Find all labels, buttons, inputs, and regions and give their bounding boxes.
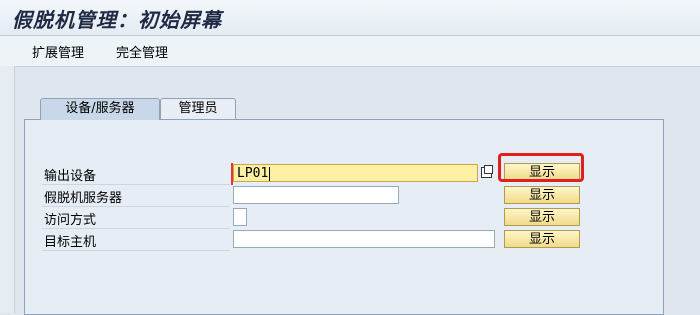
row-separator xyxy=(42,228,230,229)
show-button-spool-server[interactable]: 显示 xyxy=(504,186,580,204)
left-edge xyxy=(0,66,15,313)
output-device-value: LP01 xyxy=(237,166,269,181)
access-method-field[interactable] xyxy=(233,208,247,226)
show-button-access-method[interactable]: 显示 xyxy=(504,208,580,226)
row-separator xyxy=(42,184,230,185)
title-bar: 假脱机管理：初始屏幕 xyxy=(0,0,700,36)
menu-item-full-management[interactable]: 完全管理 xyxy=(116,42,168,61)
tab-administrator[interactable]: 管理员 xyxy=(160,98,236,119)
row-separator xyxy=(42,250,230,251)
output-device-field[interactable]: LP01 xyxy=(231,163,478,185)
show-button-target-host[interactable]: 显示 xyxy=(504,230,580,248)
spool-server-field[interactable] xyxy=(233,186,399,204)
label-spool-server: 假脱机服务器 xyxy=(44,191,123,206)
page-title: 假脱机管理：初始屏幕 xyxy=(12,8,222,32)
target-host-field[interactable] xyxy=(233,230,495,248)
label-output-device: 输出设备 xyxy=(44,169,97,184)
label-target-host: 目标主机 xyxy=(44,235,97,250)
text-caret xyxy=(269,166,271,181)
tab-devices-servers[interactable]: 设备/服务器 xyxy=(40,98,160,120)
menu-bar: 扩展管理 完全管理 xyxy=(0,36,700,67)
menu-item-extended-management[interactable]: 扩展管理 xyxy=(32,42,84,61)
value-help-icon[interactable] xyxy=(481,165,493,178)
highlight-box xyxy=(498,153,584,182)
label-access-method: 访问方式 xyxy=(44,213,97,228)
row-separator xyxy=(42,206,230,207)
